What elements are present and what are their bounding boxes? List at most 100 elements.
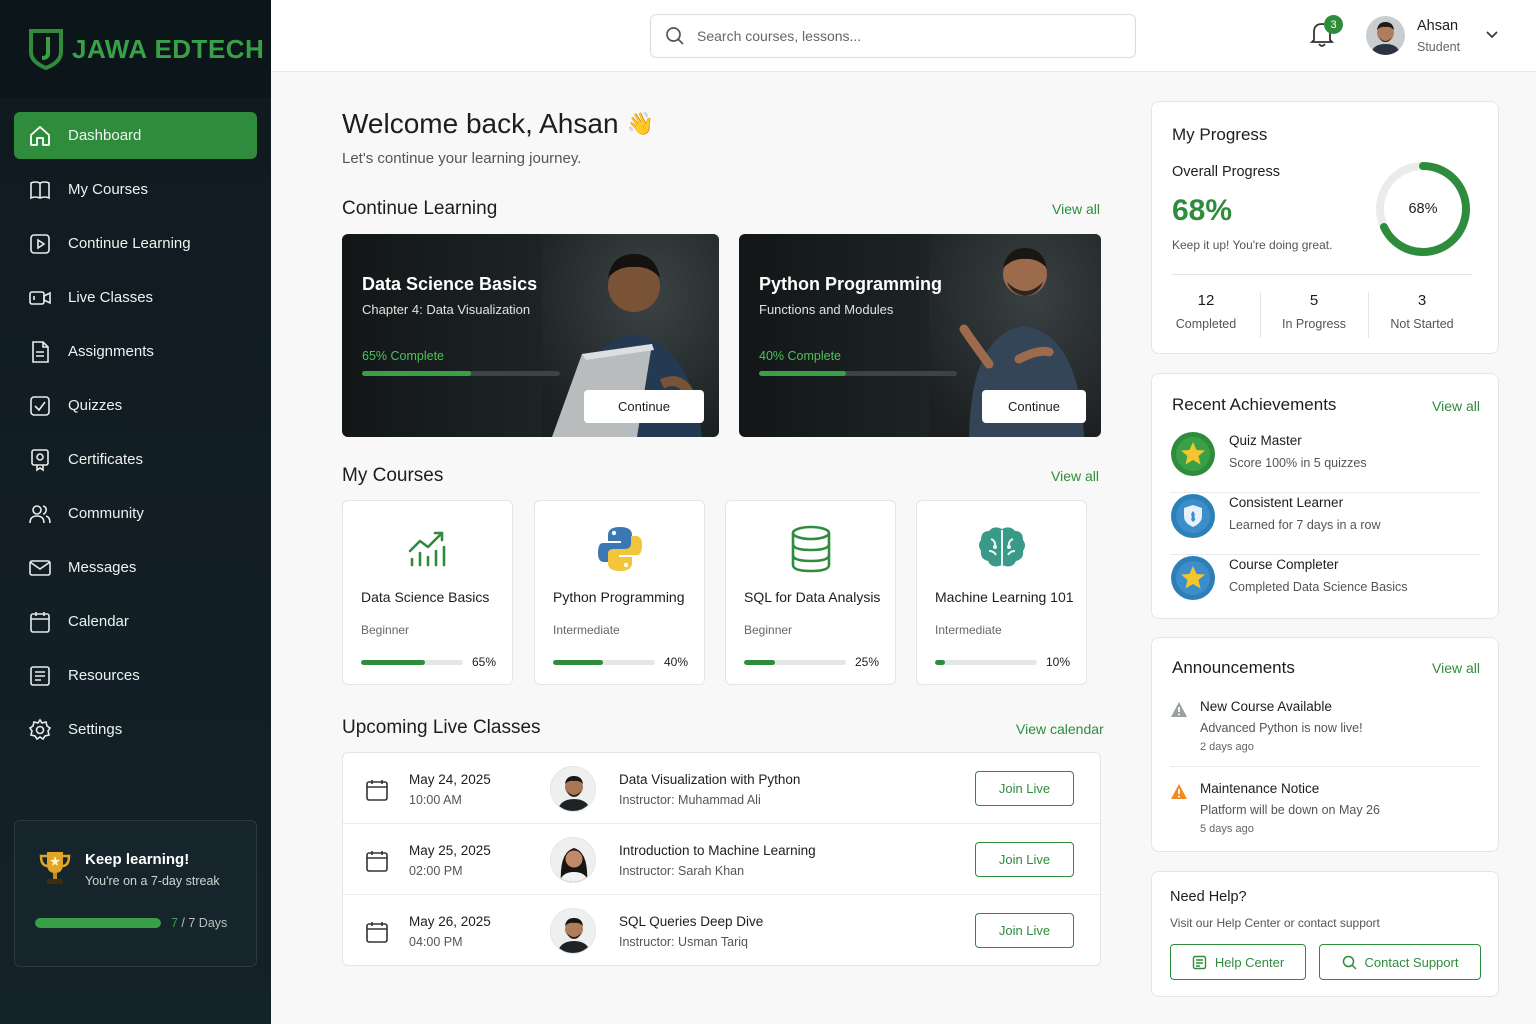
my-courses-title: My Courses — [342, 465, 444, 486]
sidebar-nav: Dashboard My Courses Continue Learning L… — [0, 98, 271, 753]
progress-fill — [362, 371, 471, 376]
course-card-ml[interactable]: Machine Learning 101 Intermediate 10% — [916, 500, 1087, 685]
help-panel: Need Help? Visit our Help Center or cont… — [1151, 871, 1499, 997]
search-box[interactable] — [650, 14, 1136, 58]
calendar-icon — [366, 851, 388, 872]
streak-progress-fill — [35, 918, 161, 928]
my-courses-view-all[interactable]: View all — [1051, 468, 1099, 484]
continue-button[interactable]: Continue — [584, 390, 704, 423]
course-progress-bar — [935, 660, 1037, 665]
announcement-time: 5 days ago — [1200, 823, 1254, 835]
brain-icon — [978, 527, 1025, 567]
play-icon — [30, 233, 50, 254]
join-live-button[interactable]: Join Live — [975, 913, 1074, 948]
help-title: Need Help? — [1170, 889, 1247, 905]
sidebar-item-settings[interactable]: Settings — [14, 706, 257, 753]
course-percent: 40% — [663, 655, 688, 669]
sidebar-item-label: Resources — [68, 667, 140, 684]
stat-label: In Progress — [1282, 317, 1346, 331]
continue-button[interactable]: Continue — [982, 390, 1086, 423]
achievements-title: Recent Achievements — [1172, 395, 1337, 414]
sidebar-item-label: Dashboard — [68, 127, 142, 144]
join-live-button[interactable]: Join Live — [975, 771, 1074, 806]
view-calendar-link[interactable]: View calendar — [1016, 721, 1104, 737]
gear-icon — [28, 718, 52, 740]
sidebar-item-my-courses[interactable]: My Courses — [14, 166, 257, 213]
achievements-view-all[interactable]: View all — [1432, 398, 1480, 414]
continue-learning-view-all[interactable]: View all — [1052, 201, 1100, 217]
video-icon — [29, 290, 51, 305]
course-percent: 10% — [1045, 655, 1070, 669]
sidebar-item-dashboard[interactable]: Dashboard — [14, 112, 257, 159]
continue-card-python[interactable]: Python Programming Functions and Modules… — [739, 234, 1101, 437]
sidebar-item-resources[interactable]: Resources — [14, 652, 257, 699]
announcement-subtitle: Advanced Python is now live! — [1200, 721, 1363, 735]
sidebar-item-messages[interactable]: Messages — [14, 544, 257, 591]
certificate-icon — [31, 448, 49, 471]
continue-card-progress-bar — [759, 371, 957, 376]
chevron-down-icon[interactable] — [1485, 30, 1499, 40]
welcome-subtitle: Let's continue your learning journey. — [342, 150, 582, 167]
continue-card-data-science[interactable]: Data Science Basics Chapter 4: Data Visu… — [342, 234, 719, 437]
sidebar-item-label: Calendar — [68, 613, 129, 630]
course-progress-bar — [361, 660, 463, 665]
search-input[interactable] — [697, 28, 1097, 44]
announcements-view-all[interactable]: View all — [1432, 660, 1480, 676]
sidebar-item-label: Assignments — [68, 343, 154, 360]
achievement-item: Consistent Learner Learned for 7 days in… — [1170, 493, 1480, 555]
notification-badge: 3 — [1324, 15, 1343, 34]
sidebar-item-label: My Courses — [68, 181, 149, 198]
sidebar-item-live-classes[interactable]: Live Classes — [14, 274, 257, 321]
wave-emoji: 👋 — [626, 111, 654, 136]
sidebar-item-continue-learning[interactable]: Continue Learning — [14, 220, 257, 267]
instructor-avatar — [550, 766, 596, 812]
warning-icon — [1171, 784, 1187, 799]
continue-card-progress-label: 40% Complete — [759, 349, 841, 363]
sidebar-item-assignments[interactable]: Assignments — [14, 328, 257, 375]
python-logo-icon — [597, 527, 642, 571]
user-avatar[interactable] — [1366, 16, 1405, 55]
sidebar-item-calendar[interactable]: Calendar — [14, 598, 257, 645]
brand-logo[interactable]: JAWA EDTECH — [0, 0, 271, 98]
help-center-button[interactable]: Help Center — [1170, 944, 1306, 980]
mail-icon — [29, 559, 51, 576]
sidebar-item-quizzes[interactable]: Quizzes — [14, 382, 257, 429]
course-card-data-science[interactable]: Data Science Basics Beginner 65% — [342, 500, 513, 685]
live-class-title: Introduction to Machine Learning — [619, 843, 816, 858]
list-icon — [30, 665, 50, 686]
progress-fill — [361, 660, 426, 665]
stat-completed: 12 Completed — [1152, 292, 1260, 331]
course-card-python[interactable]: Python Programming Intermediate 40% — [534, 500, 705, 685]
continue-card-subtitle: Functions and Modules — [759, 302, 894, 317]
instructor-avatar — [550, 908, 596, 954]
announcement-title: New Course Available — [1200, 699, 1332, 714]
streak-total: / 7 Days — [177, 916, 228, 930]
course-level: Beginner — [744, 623, 793, 637]
welcome-heading: Welcome back, Ahsan 👋 — [342, 108, 654, 140]
overall-progress-value: 68% — [1172, 194, 1233, 227]
announcements-panel: Announcements View all New Course Availa… — [1151, 637, 1499, 852]
user-name: Ahsan — [1417, 18, 1459, 34]
instructor-avatar-illustration — [551, 909, 595, 953]
live-class-row: May 25, 2025 02:00 PM Introduction to Ma… — [343, 824, 1102, 895]
sidebar: JAWA EDTECH Dashboard My Courses Continu… — [0, 0, 271, 1024]
live-class-instructor: Instructor: Sarah Khan — [619, 864, 745, 878]
live-class-row: May 26, 2025 04:00 PM SQL Queries Deep D… — [343, 895, 1102, 966]
course-card-sql[interactable]: SQL for Data Analysis Beginner 25% — [725, 500, 896, 685]
instructor-avatar-illustration — [551, 767, 595, 811]
brand-shield-icon — [29, 29, 63, 70]
contact-support-button[interactable]: Contact Support — [1319, 944, 1481, 980]
join-live-button[interactable]: Join Live — [975, 842, 1074, 877]
welcome-title: Welcome back, Ahsan — [342, 108, 619, 139]
book-icon — [30, 180, 50, 199]
sidebar-item-label: Settings — [68, 721, 123, 738]
donut-label: 68% — [1408, 201, 1438, 217]
sidebar-item-certificates[interactable]: Certificates — [14, 436, 257, 483]
sidebar-item-community[interactable]: Community — [14, 490, 257, 537]
live-class-instructor: Instructor: Muhammad Ali — [619, 793, 761, 807]
live-classes-list: May 24, 2025 10:00 AM Data Visualization… — [342, 752, 1102, 966]
warning-icon — [1171, 702, 1187, 717]
sidebar-item-label: Messages — [68, 559, 137, 576]
course-percent: 25% — [854, 655, 879, 669]
course-progress-bar — [744, 660, 846, 665]
